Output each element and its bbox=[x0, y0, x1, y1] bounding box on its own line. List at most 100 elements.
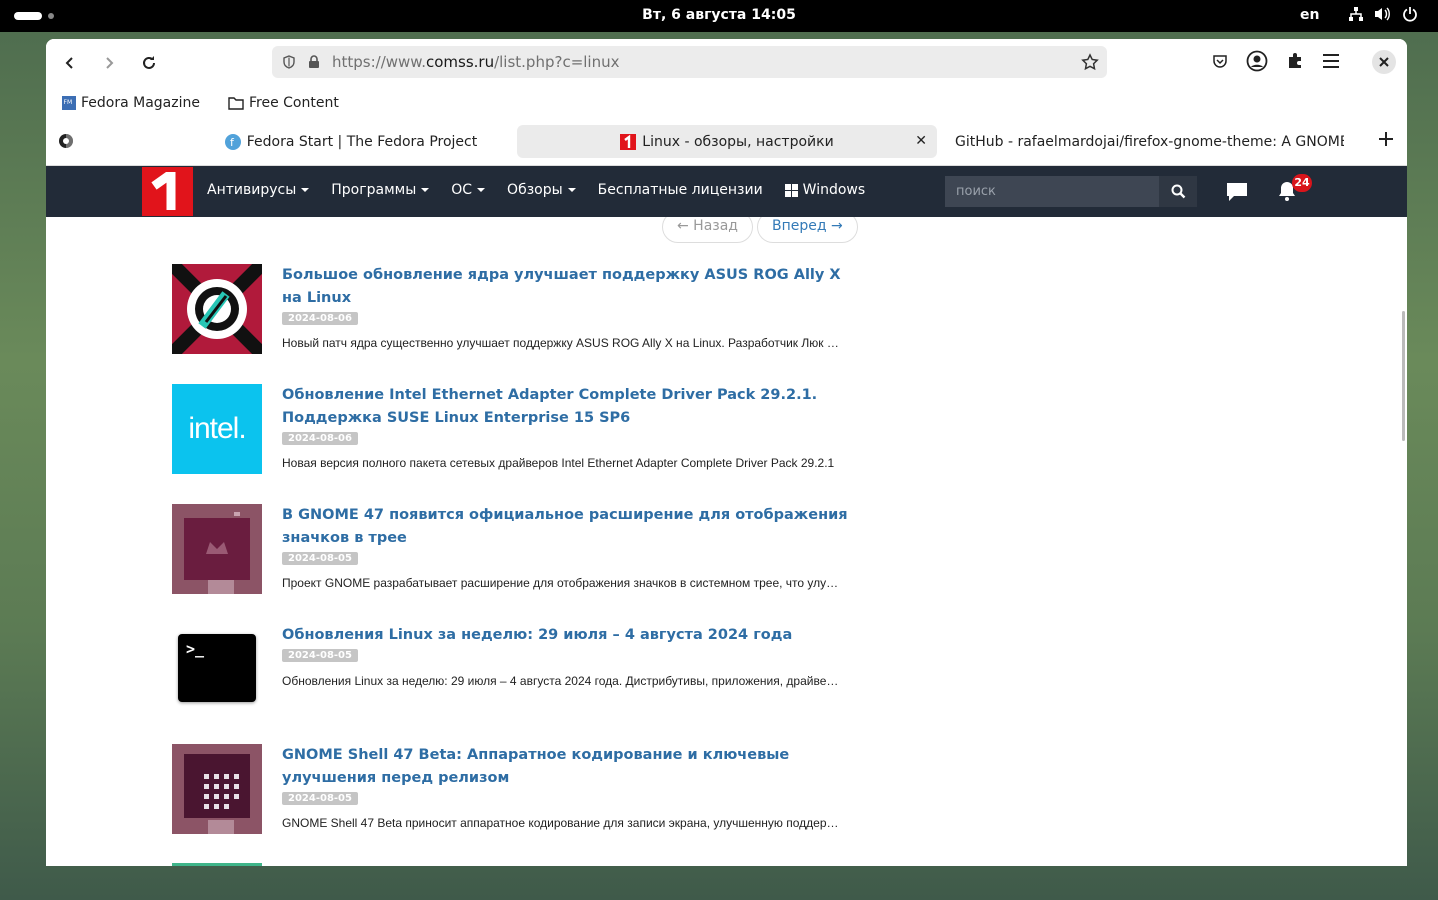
pager-next-button[interactable]: Вперед → bbox=[757, 217, 858, 243]
windows-logo-icon bbox=[784, 183, 798, 197]
tab-linux-comss[interactable]: Linux - обзоры, настройки ✕ bbox=[517, 125, 937, 158]
browser-chrome: https://www. comss.ru/list.php?c=linux FM… bbox=[46, 39, 1407, 166]
bookmark-label: Fedora Magazine bbox=[81, 95, 200, 111]
gnome-app-grid-thumbnail-icon bbox=[172, 744, 262, 834]
article-title-link[interactable]: В GNOME 47 появится официальное расширен… bbox=[282, 504, 852, 550]
pager-prev-button[interactable]: ← Назад bbox=[662, 217, 753, 243]
article-thumbnail[interactable] bbox=[172, 744, 262, 834]
article-item: intel. Обновление Intel Ethernet Adapter… bbox=[172, 384, 852, 474]
article-item: GNOME Shell 47 Beta: Аппаратное кодирова… bbox=[172, 744, 852, 834]
caret-down-icon bbox=[421, 188, 430, 192]
search-button[interactable] bbox=[1159, 176, 1197, 207]
tab-fedora-start[interactable]: f Fedora Start | The Fedora Project bbox=[121, 125, 581, 158]
caret-down-icon bbox=[567, 188, 576, 192]
tab-strip: f Fedora Start | The Fedora Project Linu… bbox=[46, 125, 1407, 159]
article-date: 2024-08-06 bbox=[282, 432, 358, 445]
tab-label: Fedora Start | The Fedora Project bbox=[246, 133, 478, 150]
terminal-thumbnail-icon: >_ bbox=[178, 634, 256, 702]
asus-rog-thumbnail-icon bbox=[172, 264, 262, 354]
article-thumbnail[interactable]: >_ bbox=[172, 624, 262, 714]
tab-close-icon[interactable]: ✕ bbox=[915, 133, 927, 149]
article-item: >_ Обновления Linux за неделю: 29 июля –… bbox=[172, 624, 852, 714]
firefox-view-icon[interactable] bbox=[58, 133, 74, 149]
menu-item-windows[interactable]: Windows bbox=[784, 182, 866, 198]
hamburger-menu-icon[interactable] bbox=[1322, 53, 1340, 69]
address-bar[interactable]: https://www. comss.ru/list.php?c=linux bbox=[272, 46, 1107, 78]
comss-logo-icon bbox=[150, 171, 175, 210]
new-tab-plus-icon[interactable] bbox=[1378, 131, 1394, 147]
article-date: 2024-08-05 bbox=[282, 552, 358, 565]
terminal-prompt: >_ bbox=[186, 640, 205, 658]
svg-text:FM: FM bbox=[64, 99, 73, 106]
reload-icon bbox=[143, 56, 155, 69]
url-scheme: https://www. bbox=[332, 53, 426, 71]
article-thumbnail[interactable] bbox=[172, 264, 262, 354]
menu-item-programs[interactable]: Программы bbox=[331, 182, 430, 198]
back-button[interactable] bbox=[58, 51, 82, 75]
site-menu: Антивирусы Программы ОС Обзоры Бесплатны… bbox=[207, 182, 865, 198]
site-search bbox=[945, 176, 1197, 207]
search-input[interactable] bbox=[945, 176, 1159, 207]
menu-label: Антивирусы bbox=[207, 182, 297, 198]
tab-github-firefox-gnome-theme[interactable]: GitHub - rafaelmardojai/firefox-gnome-th… bbox=[949, 125, 1344, 158]
extensions-puzzle-icon[interactable] bbox=[1286, 52, 1304, 70]
system-top-bar: Вт, 6 августа 14:05 en bbox=[0, 0, 1438, 32]
intel-logo: intel. bbox=[188, 412, 246, 445]
article-thumbnail[interactable]: intel. bbox=[172, 384, 262, 474]
tab-label: Linux - обзоры, настройки bbox=[642, 133, 834, 150]
power-icon bbox=[1403, 7, 1417, 22]
menu-item-os[interactable]: ОС bbox=[451, 182, 486, 198]
menu-label: Windows bbox=[802, 182, 866, 198]
page-scrollbar[interactable] bbox=[1402, 311, 1405, 441]
gnome-desktop-thumbnail-icon bbox=[172, 504, 262, 594]
browser-window: https://www. comss.ru/list.php?c=linux FM… bbox=[46, 39, 1407, 866]
chat-icon[interactable] bbox=[1226, 182, 1248, 202]
keyboard-layout[interactable]: en bbox=[1300, 7, 1319, 23]
reload-button[interactable] bbox=[137, 51, 161, 75]
volume-icon bbox=[1375, 7, 1390, 21]
menu-item-antivirus[interactable]: Антивирусы bbox=[207, 182, 310, 198]
menu-item-reviews[interactable]: Обзоры bbox=[507, 182, 576, 198]
tracking-protection-shield-icon[interactable] bbox=[282, 55, 296, 69]
site-logo[interactable] bbox=[142, 167, 193, 216]
account-icon[interactable] bbox=[1246, 50, 1268, 72]
tab-label: GitHub - rafaelmardojai/firefox-gnome-th… bbox=[955, 133, 1344, 150]
back-arrow-icon bbox=[65, 57, 73, 69]
toolbar-icons bbox=[1212, 50, 1340, 72]
article-description: Новый патч ядра существенно улучшает под… bbox=[282, 336, 842, 350]
fedora-magazine-favicon: FM bbox=[62, 96, 76, 110]
menu-label: ОС bbox=[451, 182, 473, 198]
article-date: 2024-08-06 bbox=[282, 312, 358, 325]
article-title-link[interactable]: Обновления Linux за неделю: 29 июля – 4 … bbox=[282, 624, 852, 647]
lock-icon[interactable] bbox=[308, 55, 320, 69]
close-window-button[interactable] bbox=[1372, 50, 1396, 74]
site-navbar: Антивирусы Программы ОС Обзоры Бесплатны… bbox=[46, 166, 1407, 217]
article-title-link[interactable]: Обновление Intel Ethernet Adapter Comple… bbox=[282, 384, 852, 430]
page-content: ← Назад Вперед → Большое обновление ядра… bbox=[46, 217, 1407, 866]
bookmark-fedora-magazine[interactable]: FM Fedora Magazine bbox=[62, 95, 200, 111]
bookmarks-toolbar: FM Fedora Magazine Free Content bbox=[62, 95, 339, 111]
caret-down-icon bbox=[301, 188, 310, 192]
pager: ← Назад Вперед → bbox=[662, 217, 858, 243]
article-title-link[interactable]: GNOME Shell 47 Beta: Аппаратное кодирова… bbox=[282, 744, 852, 790]
article-title-link[interactable]: Большое обновление ядра улучшает поддерж… bbox=[282, 264, 852, 310]
article-thumbnail[interactable] bbox=[172, 504, 262, 594]
system-tray[interactable] bbox=[1348, 6, 1418, 22]
forward-arrow-icon bbox=[106, 57, 114, 69]
forward-button[interactable] bbox=[97, 51, 121, 75]
article-description: GNOME Shell 47 Beta приносит аппаратное … bbox=[282, 816, 842, 830]
bookmark-folder-free-content[interactable]: Free Content bbox=[228, 95, 339, 111]
article-item: Большое обновление ядра улучшает поддерж… bbox=[172, 264, 852, 354]
system-clock[interactable]: Вт, 6 августа 14:05 bbox=[0, 7, 1438, 23]
article-description: Новая версия полного пакета сетевых драй… bbox=[282, 456, 835, 470]
menu-item-free-licenses[interactable]: Бесплатные лицензии bbox=[598, 182, 763, 198]
network-icon bbox=[1349, 7, 1363, 21]
fedora-favicon: f bbox=[224, 133, 241, 150]
pocket-icon[interactable] bbox=[1212, 53, 1228, 69]
url-path: /list.php?c=linux bbox=[494, 53, 620, 71]
next-article-thumbnail-peek bbox=[172, 863, 262, 866]
article-item: В GNOME 47 появится официальное расширен… bbox=[172, 504, 852, 594]
bookmark-star-icon[interactable] bbox=[1081, 53, 1099, 71]
menu-label: Программы bbox=[331, 182, 417, 198]
menu-label: Обзоры bbox=[507, 182, 563, 198]
